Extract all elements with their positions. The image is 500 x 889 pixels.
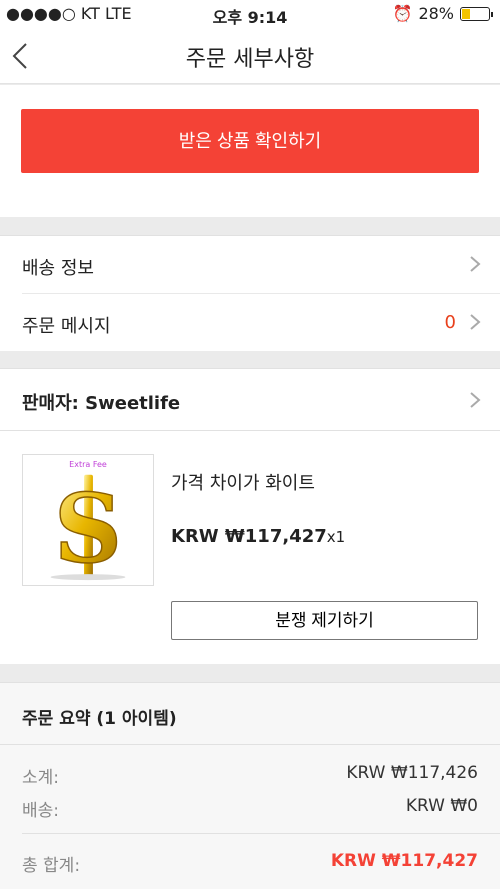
total-value: KRW ₩117,427: [330, 851, 478, 871]
subtotal-value: KRW ₩117,426: [346, 763, 478, 783]
order-summary-section: 주문 요약 (1 아이템) 소계: KRW ₩117,426 배송: KRW ₩…: [0, 682, 500, 889]
message-count: 0: [444, 312, 456, 333]
product-price: KRW ₩117,427x1: [171, 526, 345, 547]
product-name[interactable]: 가격 차이가 화이트: [171, 469, 315, 495]
subtotal-line: 소계: KRW ₩117,426: [22, 763, 478, 788]
svg-text:S: S: [54, 473, 122, 584]
chevron-right-icon: [470, 392, 481, 408]
subtotal-label: 소계:: [22, 768, 60, 788]
seller-section: 판매자: Sweetlife Extra Fee S 가격 차이가 화이트 KR…: [0, 368, 500, 664]
shipping-info-row[interactable]: 배송 정보: [0, 236, 500, 294]
total-label: 총 합계:: [22, 856, 81, 876]
seller-row[interactable]: 판매자: Sweetlife: [0, 369, 500, 431]
info-section: 배송 정보 주문 메시지 0: [0, 235, 500, 351]
order-message-label: 주문 메시지: [22, 316, 111, 337]
status-right: ⏰ 28%: [392, 4, 493, 23]
shipping-info-label: 배송 정보: [22, 258, 94, 279]
order-details-page: ●●●●○ KT LTE 오후 9:14 ⏰ 28% 주문 세부사항 받은 상품…: [0, 0, 500, 889]
total-line: 총 합계: KRW ₩117,427: [22, 851, 478, 876]
summary-header: 주문 요약 (1 아이템): [0, 683, 500, 745]
open-dispute-button[interactable]: 분쟁 제기하기: [171, 601, 478, 640]
quantity: x1: [326, 528, 346, 546]
price-value: KRW ₩117,427: [171, 526, 327, 547]
dollar-sign-icon: S: [50, 473, 126, 585]
alarm-icon: ⏰: [392, 4, 413, 23]
summary-title: 주문 요약 (1 아이템): [22, 709, 177, 729]
confirm-section: 받은 상품 확인하기: [0, 85, 500, 217]
page-title: 주문 세부사항: [185, 47, 315, 72]
nav-bar: 주문 세부사항: [0, 28, 500, 84]
status-bar: ●●●●○ KT LTE 오후 9:14 ⏰ 28%: [0, 0, 500, 28]
battery-icon: [460, 6, 493, 21]
shipping-line: 배송: KRW ₩0: [22, 796, 478, 821]
shipping-cost-label: 배송:: [22, 801, 60, 821]
shipping-cost-value: KRW ₩0: [405, 796, 478, 816]
chevron-right-icon: [470, 256, 481, 272]
chevron-right-icon: [470, 314, 481, 330]
product-thumbnail[interactable]: Extra Fee S: [22, 454, 154, 586]
order-message-row[interactable]: 주문 메시지 0: [0, 294, 500, 352]
seller-name: 판매자: Sweetlife: [22, 393, 181, 414]
battery-percent: 28%: [418, 4, 454, 23]
confirm-received-button[interactable]: 받은 상품 확인하기: [21, 109, 479, 173]
